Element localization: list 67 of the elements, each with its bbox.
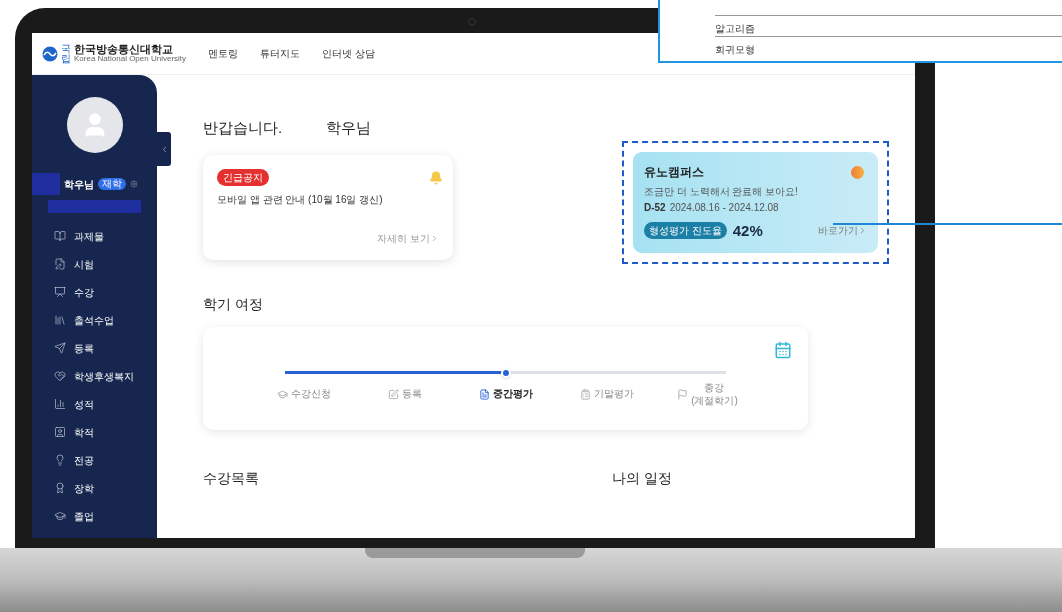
university-name: 한국방송통신대학교 [74,44,174,55]
menu-icon [54,286,66,298]
step-icon [579,389,591,400]
sidebar-menu-item[interactable]: 졸업 [54,507,157,525]
menu-icon [54,398,66,410]
redacted-name-block [32,173,60,195]
sidebar-menu-item[interactable]: 시험 [54,255,157,273]
menu-icon [54,314,66,326]
section-title: 학기 여정 [203,295,264,314]
university-subtitle: Korea National Open University [74,55,187,63]
d-day-text: D-52 [644,200,666,215]
sidebar-menu-item[interactable]: 수강 [54,283,157,301]
section-title: 나의 일정 [612,469,672,488]
sidebar-menu-item[interactable]: 과제물 [54,227,157,245]
menu-icon [54,258,66,270]
progress-thumb [500,367,511,378]
step-label: 종강 [704,382,725,395]
chevron-right-icon [858,226,867,236]
settings-icon[interactable] [130,180,138,188]
status-badge: 재학 [98,178,126,190]
sidebar-menu-item[interactable]: 학생후생복지 [54,367,157,385]
menu-icon [54,370,66,382]
sidebar-menu-item[interactable]: 출석수업 [54,311,157,329]
step-icon [677,389,689,400]
menu-icon [54,510,66,522]
urgent-badge: 긴급공지 [217,168,269,186]
step-label: 기말평가 [593,388,634,401]
course-subtitle: 조금만 더 노력해서 완료해 보아요! [644,184,798,199]
progress-label: 형성평가 진도율 [644,222,727,240]
step-label: 중간평가 [492,388,533,401]
university-logo-icon [42,45,58,62]
course-logo-icon [851,165,864,179]
camera-icon [468,18,476,26]
sidebar-menu-item[interactable]: 등록 [54,339,157,357]
menu-icon [54,426,66,438]
step-icon [387,389,399,400]
collapse-button[interactable] [157,132,171,166]
greeting-text: 반갑습니다. [203,118,283,138]
sidebar-menu-item[interactable]: 학적 [54,423,157,441]
step-icon [276,389,288,400]
logo-mark: 국립 [61,43,71,64]
nav-link[interactable]: 인터넷 상담 [322,46,375,61]
progress-percent: 42% [732,220,763,241]
step-icon [478,389,490,400]
menu-icon [54,454,66,466]
chevron-right-icon [430,233,439,243]
calendar-icon[interactable] [774,341,792,359]
step-label: 등록 [401,388,422,401]
nav-link[interactable]: 튜터지도 [260,46,301,61]
step-label: 수강신청 [290,388,331,401]
list-item[interactable]: 알고리즘 [715,15,1062,36]
menu-icon [54,230,66,242]
menu-icon [54,482,66,494]
section-title: 수강목록 [203,469,260,488]
sidebar-menu-item[interactable]: 장학 [54,479,157,497]
notice-title: 모바일 앱 관련 안내 (10월 16일 갱신) [217,192,384,207]
sidebar-menu-item[interactable]: 전공 [54,451,157,469]
greeting-name: 학우님 [326,118,372,138]
list-item[interactable]: 회귀모형 [715,36,1062,57]
nav-link[interactable]: 멘토링 [208,46,239,61]
menu-icon [54,342,66,354]
course-title: 유노캠퍼스 [644,163,704,181]
step-note: (계절학기) [691,394,738,407]
shortcut-link[interactable]: 바로가기 [818,223,867,239]
sidebar-menu-item[interactable]: 성적 [54,395,157,413]
course-period: 2024.08.16 - 2024.12.08 [669,200,779,215]
profile-name: 학우님 [64,177,94,192]
